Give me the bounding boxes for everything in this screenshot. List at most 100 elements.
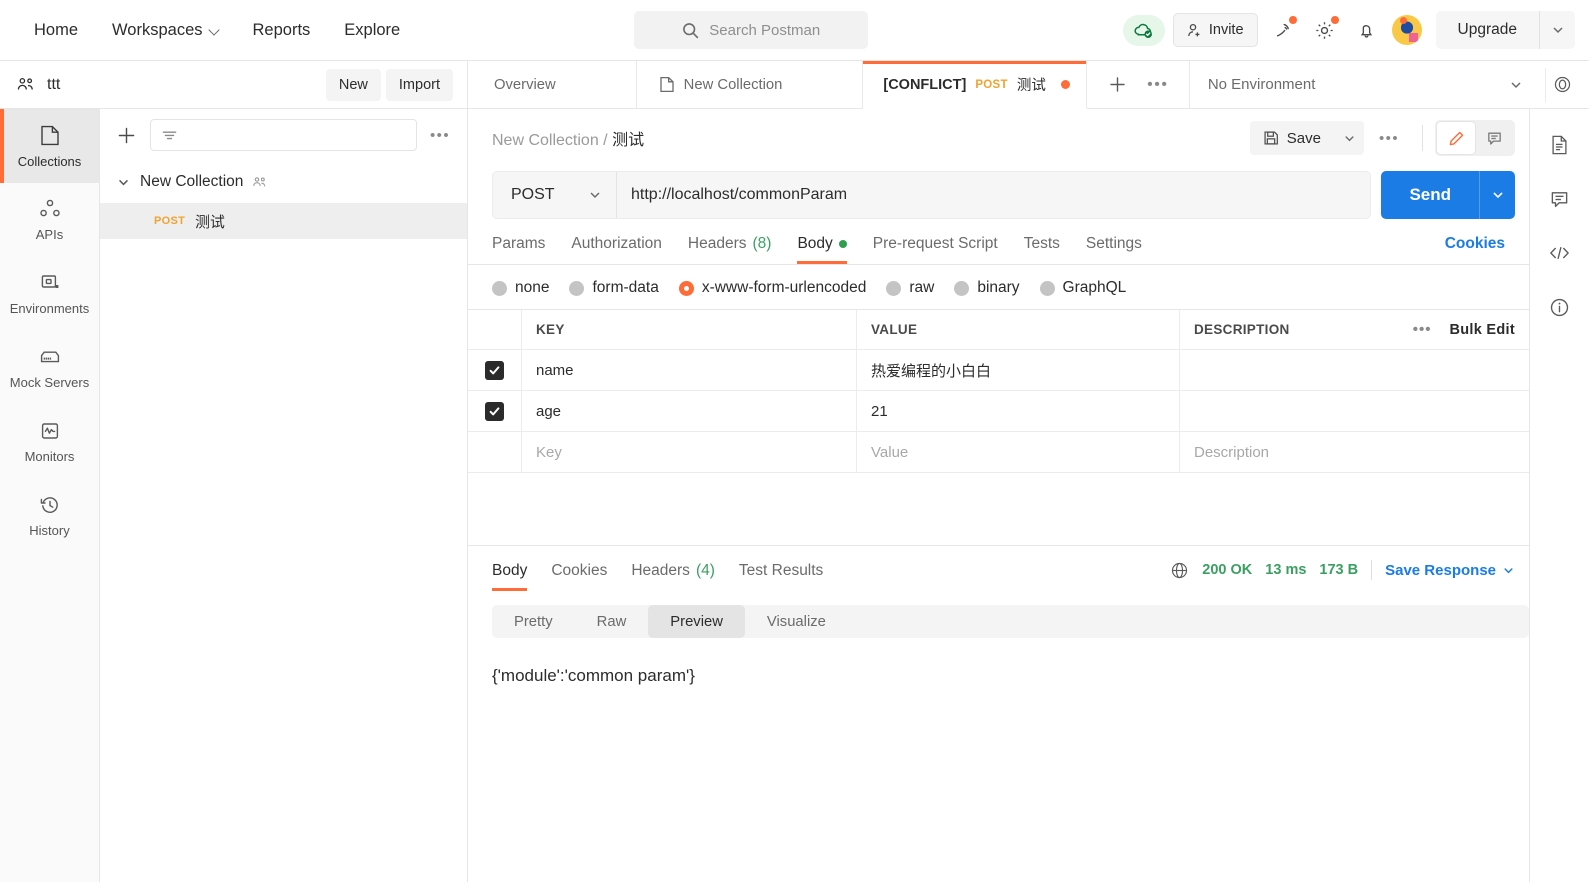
url-field: POST http://localhost/commonParam <box>492 171 1372 219</box>
code-icon[interactable] <box>1540 233 1580 273</box>
view-mode-pretty[interactable]: Pretty <box>492 605 575 638</box>
search-input[interactable]: Search Postman <box>634 11 869 49</box>
tab-settings[interactable]: Settings <box>1086 235 1142 264</box>
table-more-options-button[interactable]: ••• <box>1413 321 1432 338</box>
send-dropdown-button[interactable] <box>1479 171 1515 219</box>
satellite-icon[interactable] <box>1266 13 1300 47</box>
row-key[interactable]: age <box>522 391 857 431</box>
view-mode-raw[interactable]: Raw <box>575 605 649 638</box>
table-row[interactable]: age 21 <box>468 391 1529 432</box>
comment-mode-button[interactable] <box>1475 122 1513 154</box>
request-tree-item[interactable]: POST 测试 <box>100 203 467 239</box>
tab-pre-request-script[interactable]: Pre-request Script <box>873 235 998 264</box>
divider <box>1371 560 1373 580</box>
row-value[interactable]: 热爱编程的小白白 <box>857 350 1180 390</box>
view-mode-preview[interactable]: Preview <box>648 605 745 638</box>
save-button[interactable]: Save <box>1249 121 1334 155</box>
collections-more-options-button[interactable]: ••• <box>427 122 453 148</box>
table-header-checkbox-cell <box>468 310 522 349</box>
sidebar-item-apis[interactable]: APIs <box>0 183 99 257</box>
chevron-down-icon[interactable] <box>116 175 131 190</box>
new-row-key-input[interactable]: Key <box>522 432 857 472</box>
tab-headers[interactable]: Headers (8) <box>688 235 772 264</box>
save-response-button[interactable]: Save Response <box>1385 562 1515 579</box>
documentation-icon[interactable] <box>1540 125 1580 165</box>
response-tab-body[interactable]: Body <box>492 562 528 591</box>
cloud-sync-icon[interactable] <box>1122 14 1165 46</box>
import-button[interactable]: Import <box>385 68 453 101</box>
workspace-buttons: New Import <box>325 68 453 101</box>
bulk-edit-button[interactable]: Bulk Edit <box>1449 322 1515 338</box>
edit-mode-button[interactable] <box>1437 122 1475 154</box>
row-checkbox[interactable] <box>485 401 504 421</box>
url-input[interactable]: http://localhost/commonParam <box>617 186 1370 204</box>
body-type-form-data[interactable]: form-data <box>569 279 659 297</box>
request-more-options-button[interactable]: ••• <box>1376 125 1402 151</box>
tab-more-options-button[interactable]: ••• <box>1139 61 1177 108</box>
response-tab-test-results[interactable]: Test Results <box>739 562 823 591</box>
new-button[interactable]: New <box>325 68 381 101</box>
save-response-label: Save Response <box>1385 561 1496 579</box>
sidebar-item-collections[interactable]: Collections <box>0 109 99 183</box>
environment-selector[interactable]: No Environment <box>1208 76 1537 93</box>
row-key[interactable]: name <box>522 350 857 390</box>
row-checkbox[interactable] <box>485 360 504 380</box>
new-row-description-input[interactable]: Description <box>1180 432 1529 472</box>
request-builder: New Collection / 测试 Save ••• POST http:/… <box>468 109 1529 882</box>
tab-tests[interactable]: Tests <box>1024 235 1060 264</box>
cookies-link[interactable]: Cookies <box>1445 235 1505 264</box>
breadcrumb-collection[interactable]: New Collection <box>492 132 599 149</box>
mock-servers-icon <box>38 346 62 368</box>
sidebar-item-monitors[interactable]: Monitors <box>0 405 99 479</box>
upgrade-button[interactable]: Upgrade <box>1435 11 1539 49</box>
new-row-value-input[interactable]: Value <box>857 432 1180 472</box>
row-description[interactable] <box>1180 350 1529 390</box>
send-button[interactable]: Send <box>1381 171 1479 219</box>
nav-reports[interactable]: Reports <box>241 15 323 46</box>
main-body: Collections APIs Environments Mock Serve… <box>0 109 1589 882</box>
response-tab-cookies[interactable]: Cookies <box>551 562 607 591</box>
sidebar-item-history[interactable]: History <box>0 479 99 553</box>
gear-icon[interactable] <box>1308 13 1342 47</box>
body-type-urlencoded[interactable]: x-www-form-urlencoded <box>678 279 866 297</box>
row-value[interactable]: 21 <box>857 391 1180 431</box>
tab-active-request[interactable]: [CONFLICT] POST 测试 <box>863 61 1087 109</box>
collection-tree-item[interactable]: New Collection <box>100 161 467 203</box>
view-mode-visualize[interactable]: Visualize <box>745 605 848 638</box>
filter-input[interactable] <box>150 119 417 151</box>
tab-body[interactable]: Body <box>797 235 848 264</box>
nav-explore[interactable]: Explore <box>332 15 412 46</box>
upgrade-dropdown-button[interactable] <box>1539 11 1575 49</box>
environment-quick-look-button[interactable] <box>1545 67 1579 102</box>
comment-icon[interactable] <box>1540 179 1580 219</box>
bell-icon[interactable] <box>1350 13 1384 47</box>
row-description[interactable] <box>1180 391 1529 431</box>
table-new-row[interactable]: Key Value Description <box>468 432 1529 473</box>
table-row[interactable]: name 热爱编程的小白白 <box>468 350 1529 391</box>
sidebar-item-mock-servers[interactable]: Mock Servers <box>0 331 99 405</box>
add-collection-button[interactable] <box>112 121 140 149</box>
nav-home[interactable]: Home <box>22 15 90 46</box>
sidebar-item-environments[interactable]: Environments <box>0 257 99 331</box>
info-icon[interactable] <box>1540 287 1580 327</box>
tab-new-collection[interactable]: New Collection <box>636 61 864 109</box>
tab-overview[interactable]: Overview <box>468 61 637 109</box>
http-method-selector[interactable]: POST <box>493 172 617 218</box>
new-tab-button[interactable] <box>1099 61 1137 108</box>
request-tree-item-label: 测试 <box>195 214 225 231</box>
tab-settings-label: Settings <box>1085 235 1142 252</box>
tab-authorization[interactable]: Authorization <box>571 235 661 264</box>
body-type-raw[interactable]: raw <box>886 279 934 297</box>
invite-button[interactable]: Invite <box>1172 13 1258 47</box>
body-type-none[interactable]: none <box>492 279 549 297</box>
nav-workspaces[interactable]: Workspaces <box>100 15 230 46</box>
response-tab-headers[interactable]: Headers (4) <box>631 562 715 591</box>
unsaved-indicator-icon <box>1060 80 1070 89</box>
save-dropdown-button[interactable] <box>1334 121 1364 155</box>
body-type-raw-label: raw <box>909 279 935 296</box>
body-type-graphql[interactable]: GraphQL <box>1039 279 1126 297</box>
avatar[interactable] <box>1391 15 1422 45</box>
body-type-binary[interactable]: binary <box>954 279 1020 297</box>
tab-params[interactable]: Params <box>492 235 545 264</box>
tab-body-label: Body <box>797 235 833 252</box>
